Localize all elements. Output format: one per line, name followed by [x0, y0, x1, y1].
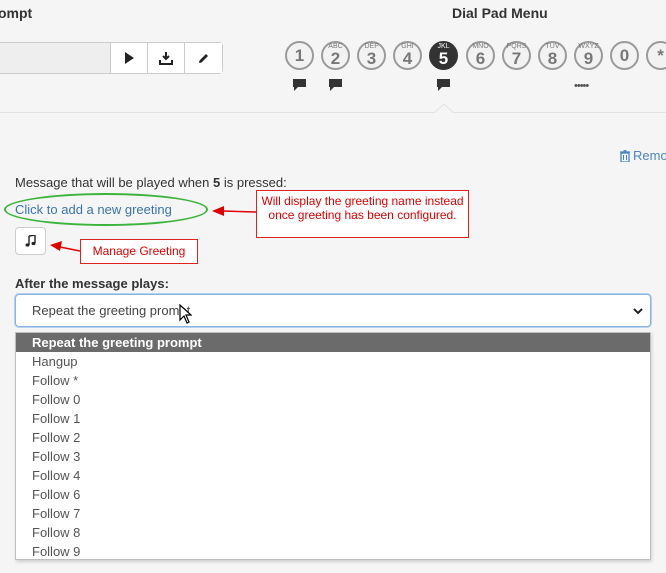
select-option[interactable]: Follow 4 — [16, 466, 650, 485]
select-option[interactable]: Follow 2 — [16, 428, 650, 447]
after-message-options-list: Repeat the greeting prompt Hangup Follow *… — [15, 332, 651, 560]
select-value: Repeat the greeting prompt — [32, 303, 191, 318]
greeting-annotation: Will display the greeting name instead o… — [256, 190, 469, 238]
after-message-label: After the message plays: — [15, 276, 169, 291]
music-note-icon — [25, 235, 36, 247]
select-option[interactable]: Follow 6 — [16, 485, 650, 504]
select-option[interactable]: Follow 9 — [16, 542, 650, 561]
select-option[interactable]: Follow 7 — [16, 504, 650, 523]
select-option[interactable]: Hangup — [16, 352, 650, 371]
select-option[interactable]: Follow 8 — [16, 523, 650, 542]
select-option[interactable]: Follow * — [16, 371, 650, 390]
after-message-select[interactable]: Repeat the greeting prompt — [15, 294, 651, 327]
chevron-down-icon — [633, 308, 643, 315]
mouse-cursor-icon — [179, 304, 192, 324]
manage-greeting-button[interactable] — [15, 227, 46, 255]
select-option[interactable]: Follow 3 — [16, 447, 650, 466]
select-option[interactable]: Follow 0 — [16, 390, 650, 409]
select-option[interactable]: Repeat the greeting prompt — [16, 333, 650, 352]
select-option[interactable]: Follow 1 — [16, 409, 650, 428]
manage-greeting-annotation: Manage Greeting — [80, 239, 198, 264]
